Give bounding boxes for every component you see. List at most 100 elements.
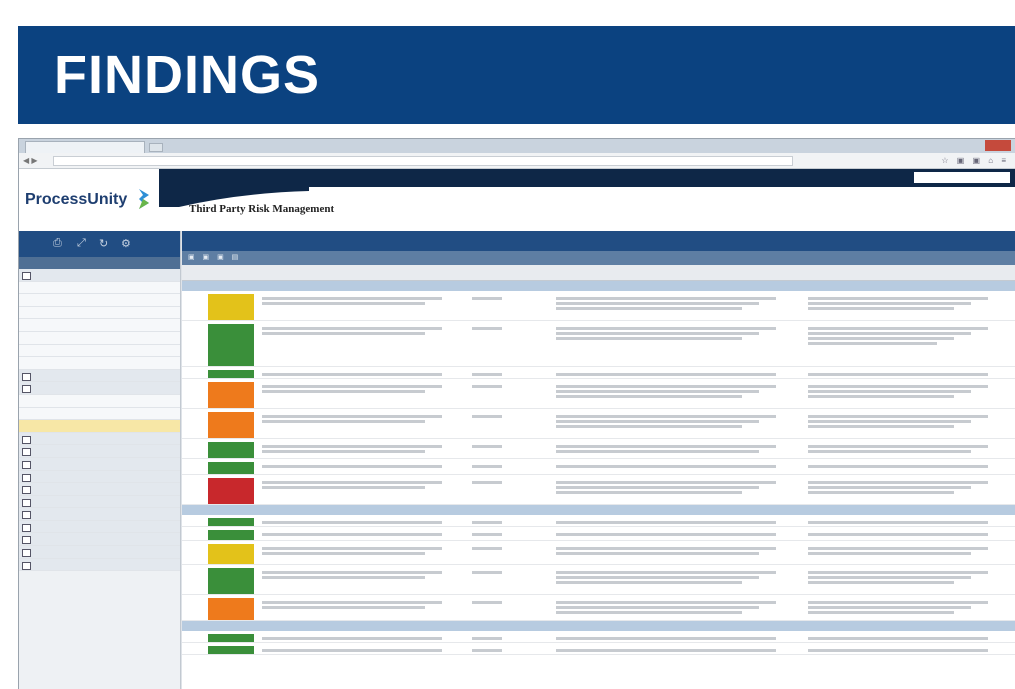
finding-response: [808, 479, 1008, 496]
address-bar: ◀ ▶ ☆ ▣ ▣ ⌂ ≡: [19, 153, 1015, 169]
severity-badge: [208, 634, 254, 642]
slide-title: FINDINGS: [54, 45, 321, 105]
expand-icon[interactable]: ⤢: [77, 237, 86, 250]
table-row[interactable]: [182, 631, 1015, 643]
table-group-header[interactable]: [182, 621, 1015, 631]
finding-status: [556, 479, 796, 496]
finding-status: [556, 413, 796, 430]
sidebar-subitem[interactable]: [19, 407, 180, 421]
sidebar-item[interactable]: [19, 520, 180, 534]
sidebar-item[interactable]: [19, 369, 180, 383]
column-headers: [182, 265, 1015, 281]
table-row[interactable]: [182, 459, 1015, 475]
finding-date: [472, 463, 502, 470]
severity-badge: [208, 412, 254, 438]
finding-status: [556, 443, 796, 455]
sidebar-subitem[interactable]: [19, 306, 180, 320]
table-row[interactable]: [182, 291, 1015, 321]
table-row[interactable]: [182, 475, 1015, 505]
top-navigation: [159, 169, 1015, 187]
sidebar-item[interactable]: [19, 508, 180, 521]
finding-date: [472, 545, 502, 552]
browser-tab[interactable]: [25, 141, 145, 153]
finding-date: [472, 519, 502, 526]
new-tab-button[interactable]: [149, 143, 163, 152]
finding-response: [808, 383, 1008, 400]
sidebar-subitem-selected[interactable]: [19, 420, 180, 433]
sidebar-subitem[interactable]: [19, 344, 180, 358]
sidebar-subitem[interactable]: [19, 394, 180, 408]
finding-description: [262, 463, 472, 470]
table-row[interactable]: [182, 515, 1015, 527]
finding-response: [808, 599, 1008, 616]
table-row[interactable]: [182, 565, 1015, 595]
sidebar-item[interactable]: [19, 483, 180, 496]
url-field[interactable]: [53, 156, 793, 166]
processunity-logo: ProcessUnity: [25, 191, 128, 208]
sidebar-toolbar: ⎙ ⤢ ↻ ⚙: [19, 231, 180, 257]
severity-badge: [208, 518, 254, 526]
sidebar-subitem[interactable]: [19, 357, 180, 370]
toolbar-icons[interactable]: ☆ ▣ ▣ ⌂ ≡: [941, 156, 1009, 165]
finding-response: [808, 519, 1008, 526]
browser-tab-bar: [19, 139, 1015, 153]
finding-description: [262, 443, 472, 455]
sidebar-subitem[interactable]: [19, 331, 180, 345]
severity-badge: [208, 530, 254, 540]
sidebar-subitem[interactable]: [19, 319, 180, 332]
severity-badge: [208, 324, 254, 366]
finding-status: [556, 519, 796, 526]
sidebar-item[interactable]: [19, 558, 180, 572]
finding-date: [472, 325, 502, 332]
table-row[interactable]: [182, 439, 1015, 459]
finding-description: [262, 599, 472, 611]
sidebar-item[interactable]: [19, 533, 180, 547]
finding-status: [556, 531, 796, 538]
table-row[interactable]: [182, 367, 1015, 379]
sidebar-subitem[interactable]: [19, 281, 180, 295]
table-row[interactable]: [182, 643, 1015, 655]
title-banner: FINDINGS: [18, 26, 1015, 124]
sidebar-subitem[interactable]: [19, 294, 180, 307]
table-row[interactable]: [182, 527, 1015, 541]
browser-screenshot: ◀ ▶ ☆ ▣ ▣ ⌂ ≡ ProcessUnity Third Party R…: [18, 138, 1015, 689]
print-icon[interactable]: ⎙: [53, 237, 62, 250]
sidebar-item[interactable]: [19, 445, 180, 458]
sidebar-item[interactable]: [19, 470, 180, 484]
finding-description: [262, 569, 472, 581]
sidebar-item[interactable]: [19, 382, 180, 395]
refresh-icon[interactable]: ↻: [99, 237, 108, 250]
finding-response: [808, 569, 1008, 586]
finding-status: [556, 569, 796, 586]
grid-toolbar[interactable]: ▣ ▣ ▣ ▤: [182, 251, 1015, 265]
severity-badge: [208, 478, 254, 504]
back-forward-icon[interactable]: ◀ ▶: [23, 156, 38, 165]
table-row[interactable]: [182, 541, 1015, 565]
sidebar-item[interactable]: [19, 432, 180, 446]
sidebar-item[interactable]: [19, 546, 180, 559]
finding-status: [556, 463, 796, 470]
finding-description: [262, 635, 472, 642]
finding-status: [556, 383, 796, 400]
settings-icon[interactable]: ⚙: [121, 237, 131, 250]
table-row[interactable]: [182, 379, 1015, 409]
finding-date: [472, 413, 502, 420]
main-content: ▣ ▣ ▣ ▤: [182, 231, 1015, 689]
close-window-button[interactable]: [985, 140, 1011, 151]
search-input[interactable]: [914, 172, 1010, 183]
finding-status: [556, 325, 796, 342]
table-row[interactable]: [182, 409, 1015, 439]
sidebar-item[interactable]: [19, 457, 180, 471]
findings-table: [182, 281, 1015, 655]
finding-response: [808, 531, 1008, 538]
finding-description: [262, 647, 472, 654]
sidebar-item[interactable]: [19, 495, 180, 509]
table-group-header[interactable]: [182, 505, 1015, 515]
sidebar-item[interactable]: [19, 269, 180, 282]
severity-badge: [208, 544, 254, 564]
finding-response: [808, 295, 1008, 312]
table-row[interactable]: [182, 595, 1015, 621]
table-row[interactable]: [182, 321, 1015, 367]
table-group-header[interactable]: [182, 281, 1015, 291]
finding-status: [556, 599, 796, 616]
